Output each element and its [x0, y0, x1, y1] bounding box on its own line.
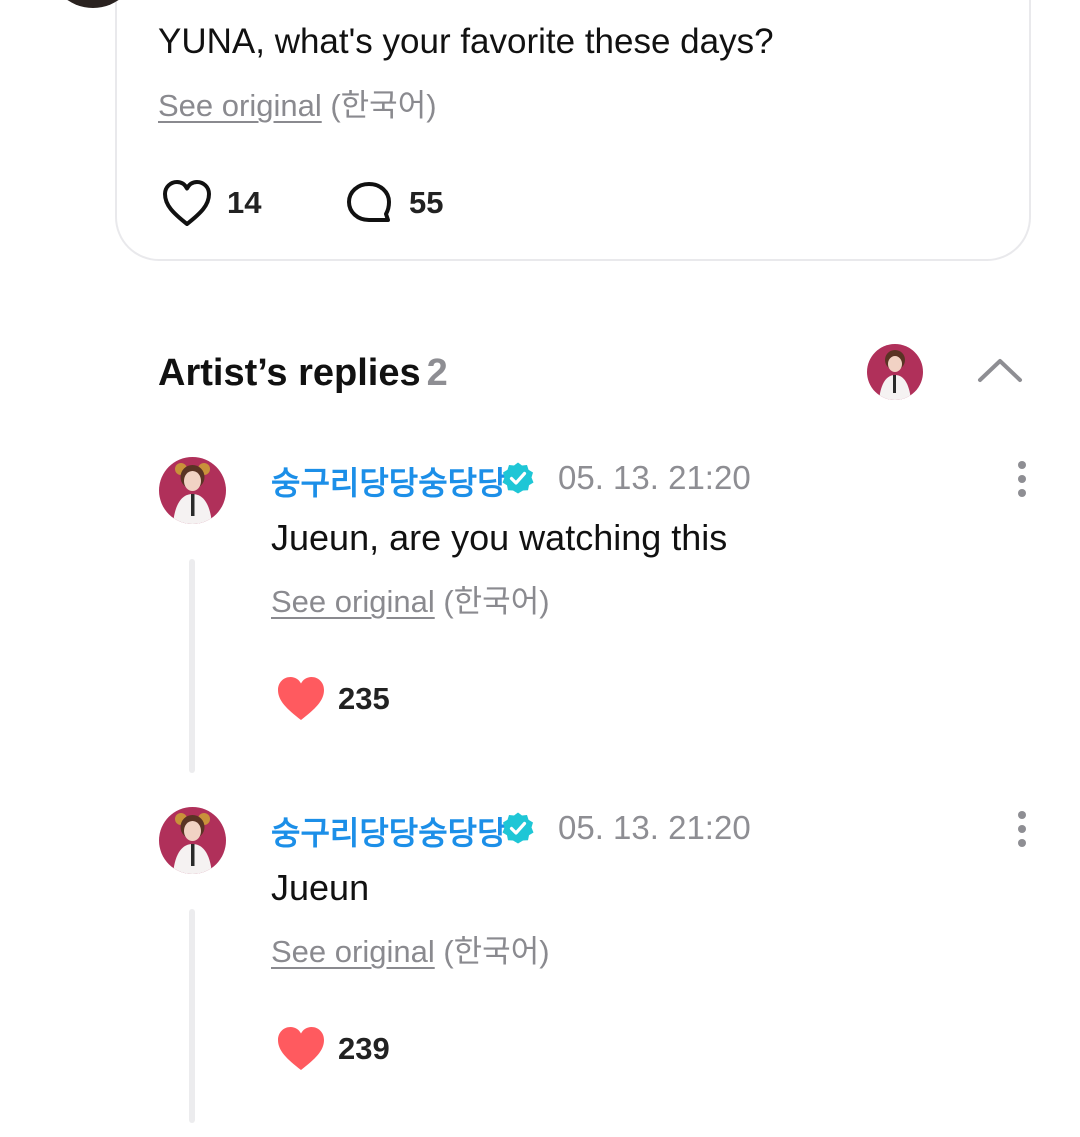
artist-avatar[interactable] — [867, 344, 923, 400]
post-like-count: 14 — [227, 185, 262, 220]
artist-reply: 숭구리당당숭당당 05. 13. 21:20 Jueun, are you wa… — [0, 457, 1080, 787]
reply-text: Jueun — [271, 867, 370, 908]
post-like-button[interactable]: 14 — [161, 178, 261, 228]
reply-author-avatar[interactable] — [159, 807, 226, 874]
reply-author-name[interactable]: 숭구리당당숭당당 — [271, 458, 507, 504]
more-vertical-icon[interactable] — [1008, 809, 1036, 849]
thread-line — [189, 909, 195, 1123]
verified-badge-icon — [501, 461, 535, 495]
reply-like-button[interactable]: 239 — [276, 1025, 390, 1073]
heart-filled-icon — [276, 675, 326, 723]
reply-see-original: See original (한국어) — [271, 933, 550, 971]
reply-like-button[interactable]: 235 — [276, 675, 390, 723]
verified-badge-icon — [501, 811, 535, 845]
see-original-link[interactable]: See original — [271, 934, 435, 969]
reply-like-count: 239 — [338, 1031, 390, 1066]
post-see-original: See original (한국어) — [158, 87, 437, 125]
chevron-up-icon[interactable] — [976, 352, 1024, 388]
reply-author-avatar[interactable] — [159, 457, 226, 524]
original-language-label: (한국어) — [330, 88, 437, 123]
original-language-label: (한국어) — [443, 584, 550, 619]
original-language-label: (한국어) — [443, 934, 550, 969]
artist-replies-count: 2 — [426, 352, 448, 394]
reply-see-original: See original (한국어) — [271, 583, 550, 621]
reply-text: Jueun, are you watching this — [271, 517, 728, 558]
artist-reply: 숭구리당당숭당당 05. 13. 21:20 Jueun See origina… — [0, 807, 1080, 1137]
artist-replies-title: Artist’s replies — [158, 352, 421, 394]
post-text: YUNA, what's your favorite these days? — [158, 22, 774, 61]
reply-author-name[interactable]: 숭구리당당숭당당 — [271, 808, 507, 854]
reply-timestamp: 05. 13. 21:20 — [558, 459, 751, 496]
artist-replies-header: Artist’s replies 2 — [158, 352, 448, 395]
heart-outline-icon — [161, 178, 213, 228]
see-original-link[interactable]: See original — [158, 88, 322, 123]
post-author-avatar[interactable] — [48, 0, 138, 8]
see-original-link[interactable]: See original — [271, 584, 435, 619]
thread-line — [189, 559, 195, 773]
post-comment-button[interactable]: 55 — [345, 180, 443, 226]
reply-like-count: 235 — [338, 681, 390, 716]
speech-bubble-icon — [345, 180, 393, 226]
heart-filled-icon — [276, 1025, 326, 1073]
more-vertical-icon[interactable] — [1008, 459, 1036, 499]
reply-timestamp: 05. 13. 21:20 — [558, 809, 751, 846]
post-comment-count: 55 — [409, 185, 444, 220]
